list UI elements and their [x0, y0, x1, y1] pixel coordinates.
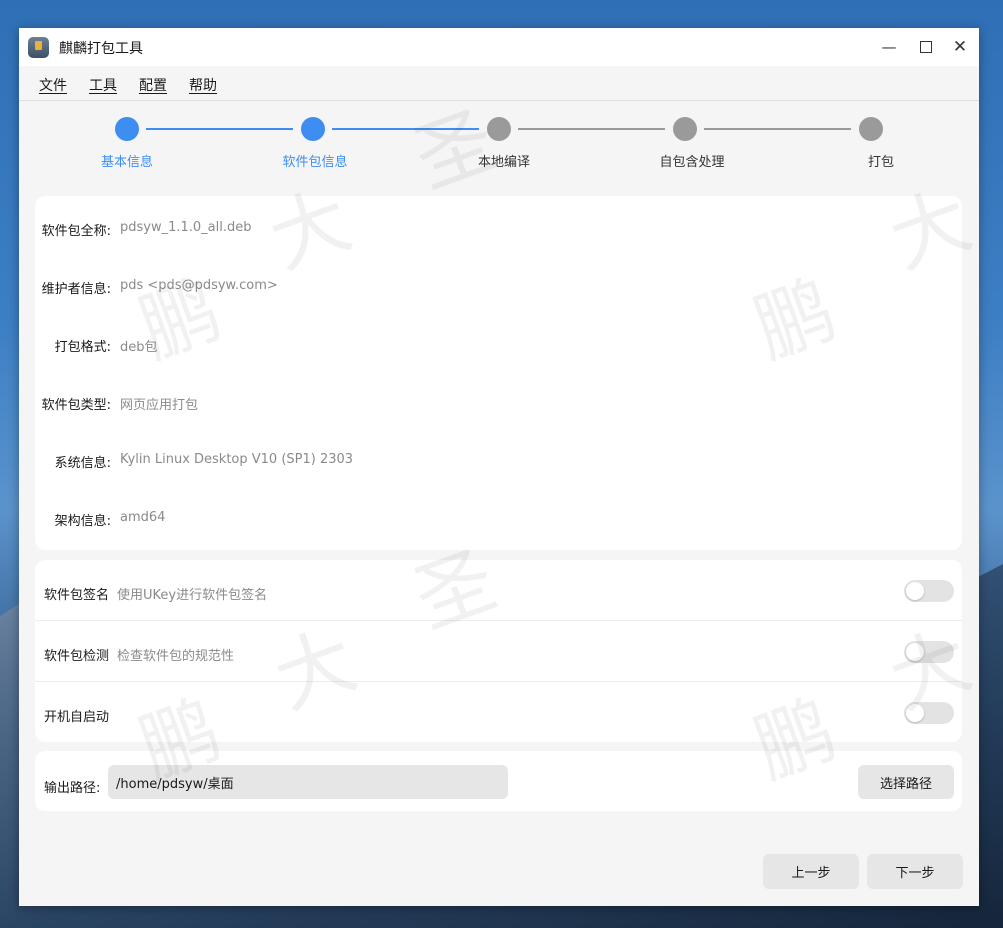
toggle-knob	[906, 582, 924, 600]
output-path-label: 输出路径:	[44, 781, 101, 796]
step-dot-package-info	[301, 117, 325, 141]
step-connector	[704, 128, 851, 130]
step-connector	[332, 128, 479, 130]
step-dot-package	[859, 117, 883, 141]
toggle-knob	[906, 704, 924, 722]
step-dot-local-build	[487, 117, 511, 141]
menu-config[interactable]: 配置	[139, 75, 167, 95]
prev-button[interactable]: 上一步	[763, 854, 859, 889]
options-card: 软件包签名 使用UKey进行软件包签名 软件包检测 检查软件包的规范性 开机自启…	[35, 560, 962, 742]
next-button[interactable]: 下一步	[867, 854, 963, 889]
step-label-package: 打包	[867, 155, 895, 170]
option-row-autostart: 开机自启动	[35, 682, 962, 742]
step-label-local-build: 本地编译	[477, 155, 531, 170]
option-desc: 检查软件包的规范性	[117, 649, 235, 664]
option-row-sign: 软件包签名 使用UKey进行软件包签名	[35, 560, 962, 620]
step-label-self-contained: 自包含处理	[659, 155, 725, 170]
info-value: 网页应用打包	[120, 398, 199, 413]
option-desc: 使用UKey进行软件包签名	[117, 588, 268, 603]
info-label: 软件包全称:	[41, 224, 111, 239]
info-value: deb包	[120, 340, 158, 355]
window-title: 麒麟打包工具	[59, 41, 143, 57]
step-dot-self-contained	[673, 117, 697, 141]
info-label: 维护者信息:	[41, 282, 111, 297]
step-label-package-info: 软件包信息	[282, 155, 348, 170]
option-title: 软件包签名	[44, 588, 110, 603]
info-value: Kylin Linux Desktop V10 (SP1) 2303	[120, 452, 354, 467]
output-path-field[interactable]	[108, 765, 508, 799]
app-window: 麒麟打包工具 — ✕ 文件 工具 配置 帮助 基本信息 软件包信息 本地编译 自…	[19, 28, 982, 906]
menu-file[interactable]: 文件	[39, 75, 67, 95]
app-icon	[28, 37, 49, 58]
choose-path-button[interactable]: 选择路径	[858, 765, 954, 799]
minimize-icon[interactable]: —	[877, 35, 901, 59]
toggle-knob	[906, 643, 924, 661]
info-label: 软件包类型:	[41, 398, 111, 413]
info-value: pds <pds@pdsyw.com>	[120, 278, 278, 293]
maximize-icon[interactable]	[914, 35, 938, 59]
output-card: 输出路径: 选择路径	[35, 751, 962, 811]
info-label: 系统信息:	[54, 456, 111, 471]
title-bar: 麒麟打包工具 — ✕	[19, 28, 979, 66]
step-label-basic-info: 基本信息	[100, 155, 154, 170]
menu-bar: 文件 工具 配置 帮助	[19, 66, 979, 101]
info-label: 架构信息:	[54, 514, 111, 529]
autostart-toggle[interactable]	[904, 702, 954, 724]
step-progress: 基本信息 软件包信息 本地编译 自包含处理 打包	[19, 100, 979, 188]
info-label: 打包格式:	[54, 340, 111, 355]
menu-help[interactable]: 帮助	[189, 75, 217, 95]
step-dot-basic-info	[115, 117, 139, 141]
menu-tools[interactable]: 工具	[89, 75, 117, 95]
step-connector	[146, 128, 293, 130]
info-value: pdsyw_1.1.0_all.deb	[120, 220, 252, 235]
check-toggle[interactable]	[904, 641, 954, 663]
info-value: amd64	[120, 510, 166, 525]
option-row-check: 软件包检测 检查软件包的规范性	[35, 621, 962, 681]
package-info-card: 软件包全称: pdsyw_1.1.0_all.deb 维护者信息: pds <p…	[35, 196, 962, 550]
option-title: 软件包检测	[44, 649, 110, 664]
step-connector	[518, 128, 665, 130]
sign-toggle[interactable]	[904, 580, 954, 602]
option-title: 开机自启动	[44, 710, 110, 725]
close-icon[interactable]: ✕	[948, 35, 972, 59]
